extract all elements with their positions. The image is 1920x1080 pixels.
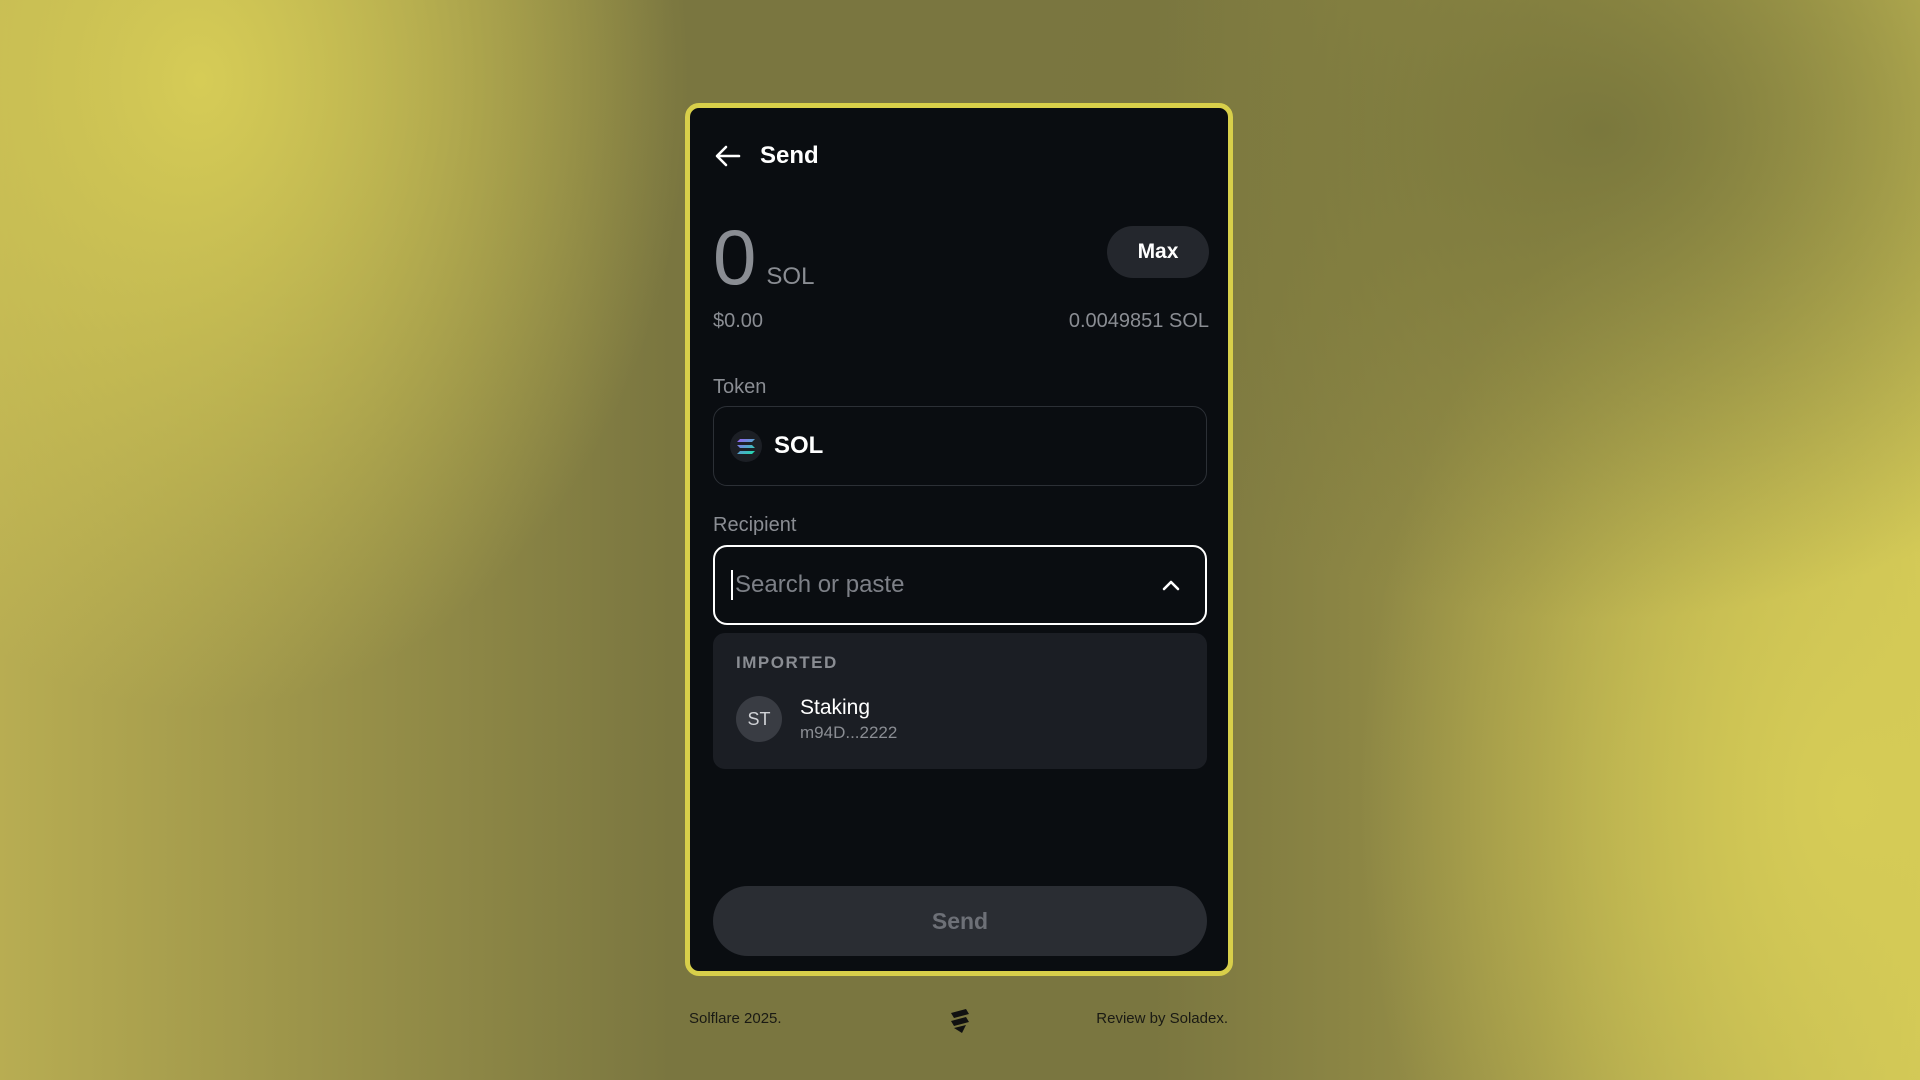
amount-value: 0 — [713, 213, 757, 301]
section-title: IMPORTED — [736, 653, 838, 672]
recipient-input[interactable] — [735, 571, 1157, 599]
fiat-value: $0.00 — [713, 310, 764, 332]
token-selector[interactable]: SOL — [713, 406, 1207, 486]
contact-item[interactable]: ST Staking m94D...2222 — [736, 689, 1186, 749]
contact-info: Staking m94D...2222 — [800, 696, 897, 743]
amount-display[interactable]: 0 SOL — [713, 218, 814, 296]
balance-value: 0.0049851 SOL — [1068, 310, 1209, 332]
amount-unit: SOL — [766, 263, 815, 290]
send-panel: Send 0 SOL Max $0.00 0.0049851 SOL Token… — [685, 103, 1233, 976]
header: Send — [714, 142, 819, 170]
text-caret — [731, 570, 733, 600]
contact-name: Staking — [800, 695, 871, 719]
dropdown-toggle[interactable] — [1157, 571, 1185, 599]
recipient-dropdown: IMPORTED ST Staking m94D...2222 — [713, 633, 1207, 769]
recipient-field[interactable] — [713, 545, 1207, 625]
max-button[interactable]: Max — [1107, 226, 1209, 278]
token-label: Token — [713, 376, 767, 398]
footer-copyright: Solflare 2025. — [689, 1010, 782, 1027]
chevron-up-icon — [1162, 580, 1180, 591]
avatar: ST — [736, 696, 782, 742]
token-name: SOL — [774, 432, 824, 459]
page-title: Send — [760, 142, 819, 169]
solflare-logo-icon — [946, 1007, 974, 1035]
solana-logo-icon — [730, 430, 762, 462]
recipient-label: Recipient — [713, 514, 797, 536]
send-button[interactable]: Send — [713, 886, 1207, 956]
contact-address: m94D...2222 — [800, 722, 898, 742]
arrow-left-icon — [715, 145, 741, 167]
footer-review: Review by Soladex. — [1096, 1010, 1228, 1027]
back-button[interactable] — [714, 142, 742, 170]
